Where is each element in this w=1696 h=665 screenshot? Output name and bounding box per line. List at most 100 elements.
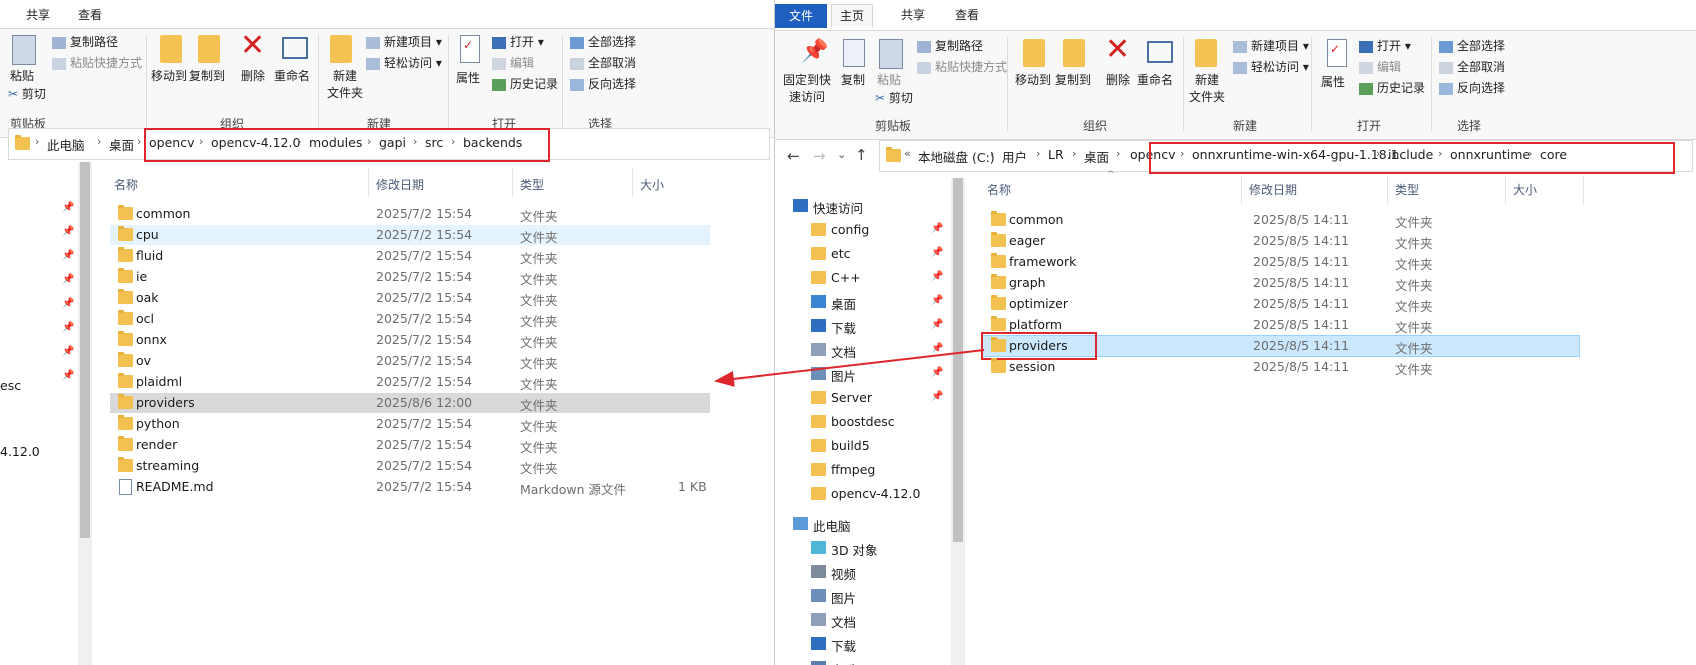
properties-icon[interactable]: ✓ <box>460 35 480 63</box>
copy-to-button[interactable]: 复制到 <box>1055 71 1091 88</box>
nav-item-fragment[interactable]: esc <box>0 378 21 393</box>
table-row[interactable]: providers 2025/8/5 14:11 文件夹 <box>981 332 1580 360</box>
table-row[interactable]: session 2025/8/5 14:11 文件夹 <box>983 357 1579 377</box>
tab-share[interactable]: 共享 <box>18 4 58 26</box>
nav-item[interactable]: 3D 对象 <box>797 537 957 559</box>
new-item-button[interactable]: 新建项目 ▾ <box>1233 37 1309 54</box>
column-header-name[interactable]: 名称 <box>987 181 1011 198</box>
new-folder-icon[interactable] <box>330 35 352 63</box>
nav-item[interactable]: config 📌 <box>797 219 957 241</box>
nav-item[interactable]: 下载 📌 <box>797 315 957 337</box>
move-to-button[interactable]: 移动到 <box>151 67 187 84</box>
recent-locations-icon[interactable]: ⌄ <box>837 148 846 161</box>
properties-button[interactable]: 属性 <box>1321 73 1345 90</box>
breadcrumb-item[interactable]: 桌面 <box>1084 147 1109 166</box>
pin-quick-access-icon[interactable]: 📌 <box>801 39 828 64</box>
nav-scrollbar[interactable] <box>951 178 965 665</box>
breadcrumb-item[interactable]: 此电脑 <box>47 135 85 154</box>
move-to-icon[interactable] <box>160 35 182 63</box>
invert-selection-button[interactable]: 反向选择 <box>570 75 636 92</box>
column-header-date[interactable]: 修改日期 <box>1249 181 1297 198</box>
table-row[interactable]: common 2025/7/2 15:54 文件夹 <box>110 204 710 224</box>
breadcrumb-item[interactable]: 桌面 <box>109 135 134 154</box>
copy-to-icon[interactable] <box>198 35 220 63</box>
paste-shortcut-button[interactable]: 粘贴快捷方式 <box>52 54 142 71</box>
table-row[interactable]: framework 2025/8/5 14:11 文件夹 <box>983 252 1579 272</box>
table-row[interactable]: render 2025/7/2 15:54 文件夹 <box>110 435 710 455</box>
delete-button[interactable]: 删除 <box>1106 71 1130 88</box>
nav-item[interactable]: etc 📌 <box>797 243 957 265</box>
select-none-button[interactable]: 全部取消 <box>570 54 636 71</box>
select-none-button[interactable]: 全部取消 <box>1439 58 1505 75</box>
tab-view[interactable]: 查看 <box>947 4 987 26</box>
column-header-size[interactable]: 大小 <box>1513 181 1537 198</box>
breadcrumb-overflow[interactable]: « <box>904 147 911 160</box>
breadcrumb-item[interactable]: 用户 <box>1002 147 1027 166</box>
nav-item[interactable]: 下载 <box>797 633 957 655</box>
rename-button[interactable]: 重命名 <box>1137 71 1173 88</box>
scrollbar-thumb[interactable] <box>953 178 963 542</box>
nav-item[interactable]: Server 📌 <box>797 387 957 409</box>
nav-item[interactable]: 音乐 <box>797 657 957 665</box>
paste-shortcut-button[interactable]: 粘贴快捷方式 <box>917 58 1007 75</box>
table-row[interactable]: README.md 2025/7/2 15:54 Markdown 源文件 1 KB <box>110 477 710 497</box>
up-arrow-icon[interactable]: ↑ <box>855 146 868 164</box>
nav-item[interactable]: 桌面 📌 <box>797 291 957 313</box>
table-row[interactable]: onnx 2025/7/2 15:54 文件夹 <box>110 330 710 350</box>
move-to-icon[interactable] <box>1023 39 1045 67</box>
table-row[interactable]: ov 2025/7/2 15:54 文件夹 <box>110 351 710 371</box>
nav-item[interactable]: opencv-4.12.0 <box>797 483 957 505</box>
nav-item[interactable]: C++ 📌 <box>797 267 957 289</box>
edit-button[interactable]: 编辑 <box>1359 58 1401 75</box>
copy-to-button[interactable]: 复制到 <box>189 67 225 84</box>
easy-access-button[interactable]: 轻松访问 ▾ <box>1233 58 1309 75</box>
tab-home[interactable]: 主页 <box>831 4 874 27</box>
new-folder-button[interactable]: 新建 文件夹 <box>327 67 363 101</box>
pin-quick-access-button[interactable]: 固定到快 速访问 <box>783 71 831 105</box>
column-header-size[interactable]: 大小 <box>640 176 664 193</box>
table-row[interactable]: cpu 2025/7/2 15:54 文件夹 <box>110 225 710 245</box>
delete-button[interactable]: 删除 <box>241 67 265 84</box>
table-row[interactable]: providers 2025/8/6 12:00 文件夹 <box>110 393 710 413</box>
open-button[interactable]: 打开 ▾ <box>1359 37 1411 54</box>
table-row[interactable]: common 2025/8/5 14:11 文件夹 <box>983 210 1579 230</box>
open-button[interactable]: 打开 ▾ <box>492 33 544 50</box>
copy-path-button[interactable]: 复制路径 <box>917 37 983 54</box>
select-all-button[interactable]: 全部选择 <box>1439 37 1505 54</box>
table-row[interactable]: ocl 2025/7/2 15:54 文件夹 <box>110 309 710 329</box>
nav-item[interactable]: build5 <box>797 435 957 457</box>
delete-icon[interactable]: ✕ <box>1105 35 1130 65</box>
properties-icon[interactable]: ✓ <box>1327 39 1347 67</box>
rename-icon[interactable] <box>1147 41 1173 63</box>
new-folder-button[interactable]: 新建 文件夹 <box>1189 71 1225 105</box>
edit-button[interactable]: 编辑 <box>492 54 534 71</box>
column-header-type[interactable]: 类型 <box>520 176 544 193</box>
select-all-button[interactable]: 全部选择 <box>570 33 636 50</box>
easy-access-button[interactable]: 轻松访问 ▾ <box>366 54 442 71</box>
table-row[interactable]: graph 2025/8/5 14:11 文件夹 <box>983 273 1579 293</box>
paste-button[interactable]: 粘贴 <box>877 71 901 88</box>
nav-item-fragment[interactable]: 4.12.0 <box>0 444 40 459</box>
paste-icon[interactable] <box>12 35 36 65</box>
delete-icon[interactable]: ✕ <box>240 31 265 61</box>
table-row[interactable]: plaidml 2025/7/2 15:54 文件夹 <box>110 372 710 392</box>
paste-icon[interactable] <box>879 39 903 69</box>
history-button[interactable]: 历史记录 <box>492 75 558 92</box>
copy-icon[interactable] <box>843 39 865 67</box>
column-header-date[interactable]: 修改日期 <box>376 176 424 193</box>
tab-view[interactable]: 查看 <box>70 4 110 26</box>
nav-item[interactable]: 视频 <box>797 561 957 583</box>
table-row[interactable]: optimizer 2025/8/5 14:11 文件夹 <box>983 294 1579 314</box>
forward-arrow-icon[interactable]: → <box>813 147 826 165</box>
new-item-button[interactable]: 新建项目 ▾ <box>366 33 442 50</box>
copy-button[interactable]: 复制 <box>841 71 865 88</box>
tab-file[interactable]: 文件 <box>775 4 828 28</box>
nav-item[interactable]: 文档 📌 <box>797 339 957 361</box>
paste-button[interactable]: 粘贴 <box>10 67 34 84</box>
invert-selection-button[interactable]: 反向选择 <box>1439 79 1505 96</box>
nav-scrollbar[interactable] <box>78 162 92 665</box>
scrollbar-thumb[interactable] <box>80 162 90 538</box>
table-row[interactable]: python 2025/7/2 15:54 文件夹 <box>110 414 710 434</box>
rename-icon[interactable] <box>282 37 308 59</box>
table-row[interactable]: eager 2025/8/5 14:11 文件夹 <box>983 231 1579 251</box>
